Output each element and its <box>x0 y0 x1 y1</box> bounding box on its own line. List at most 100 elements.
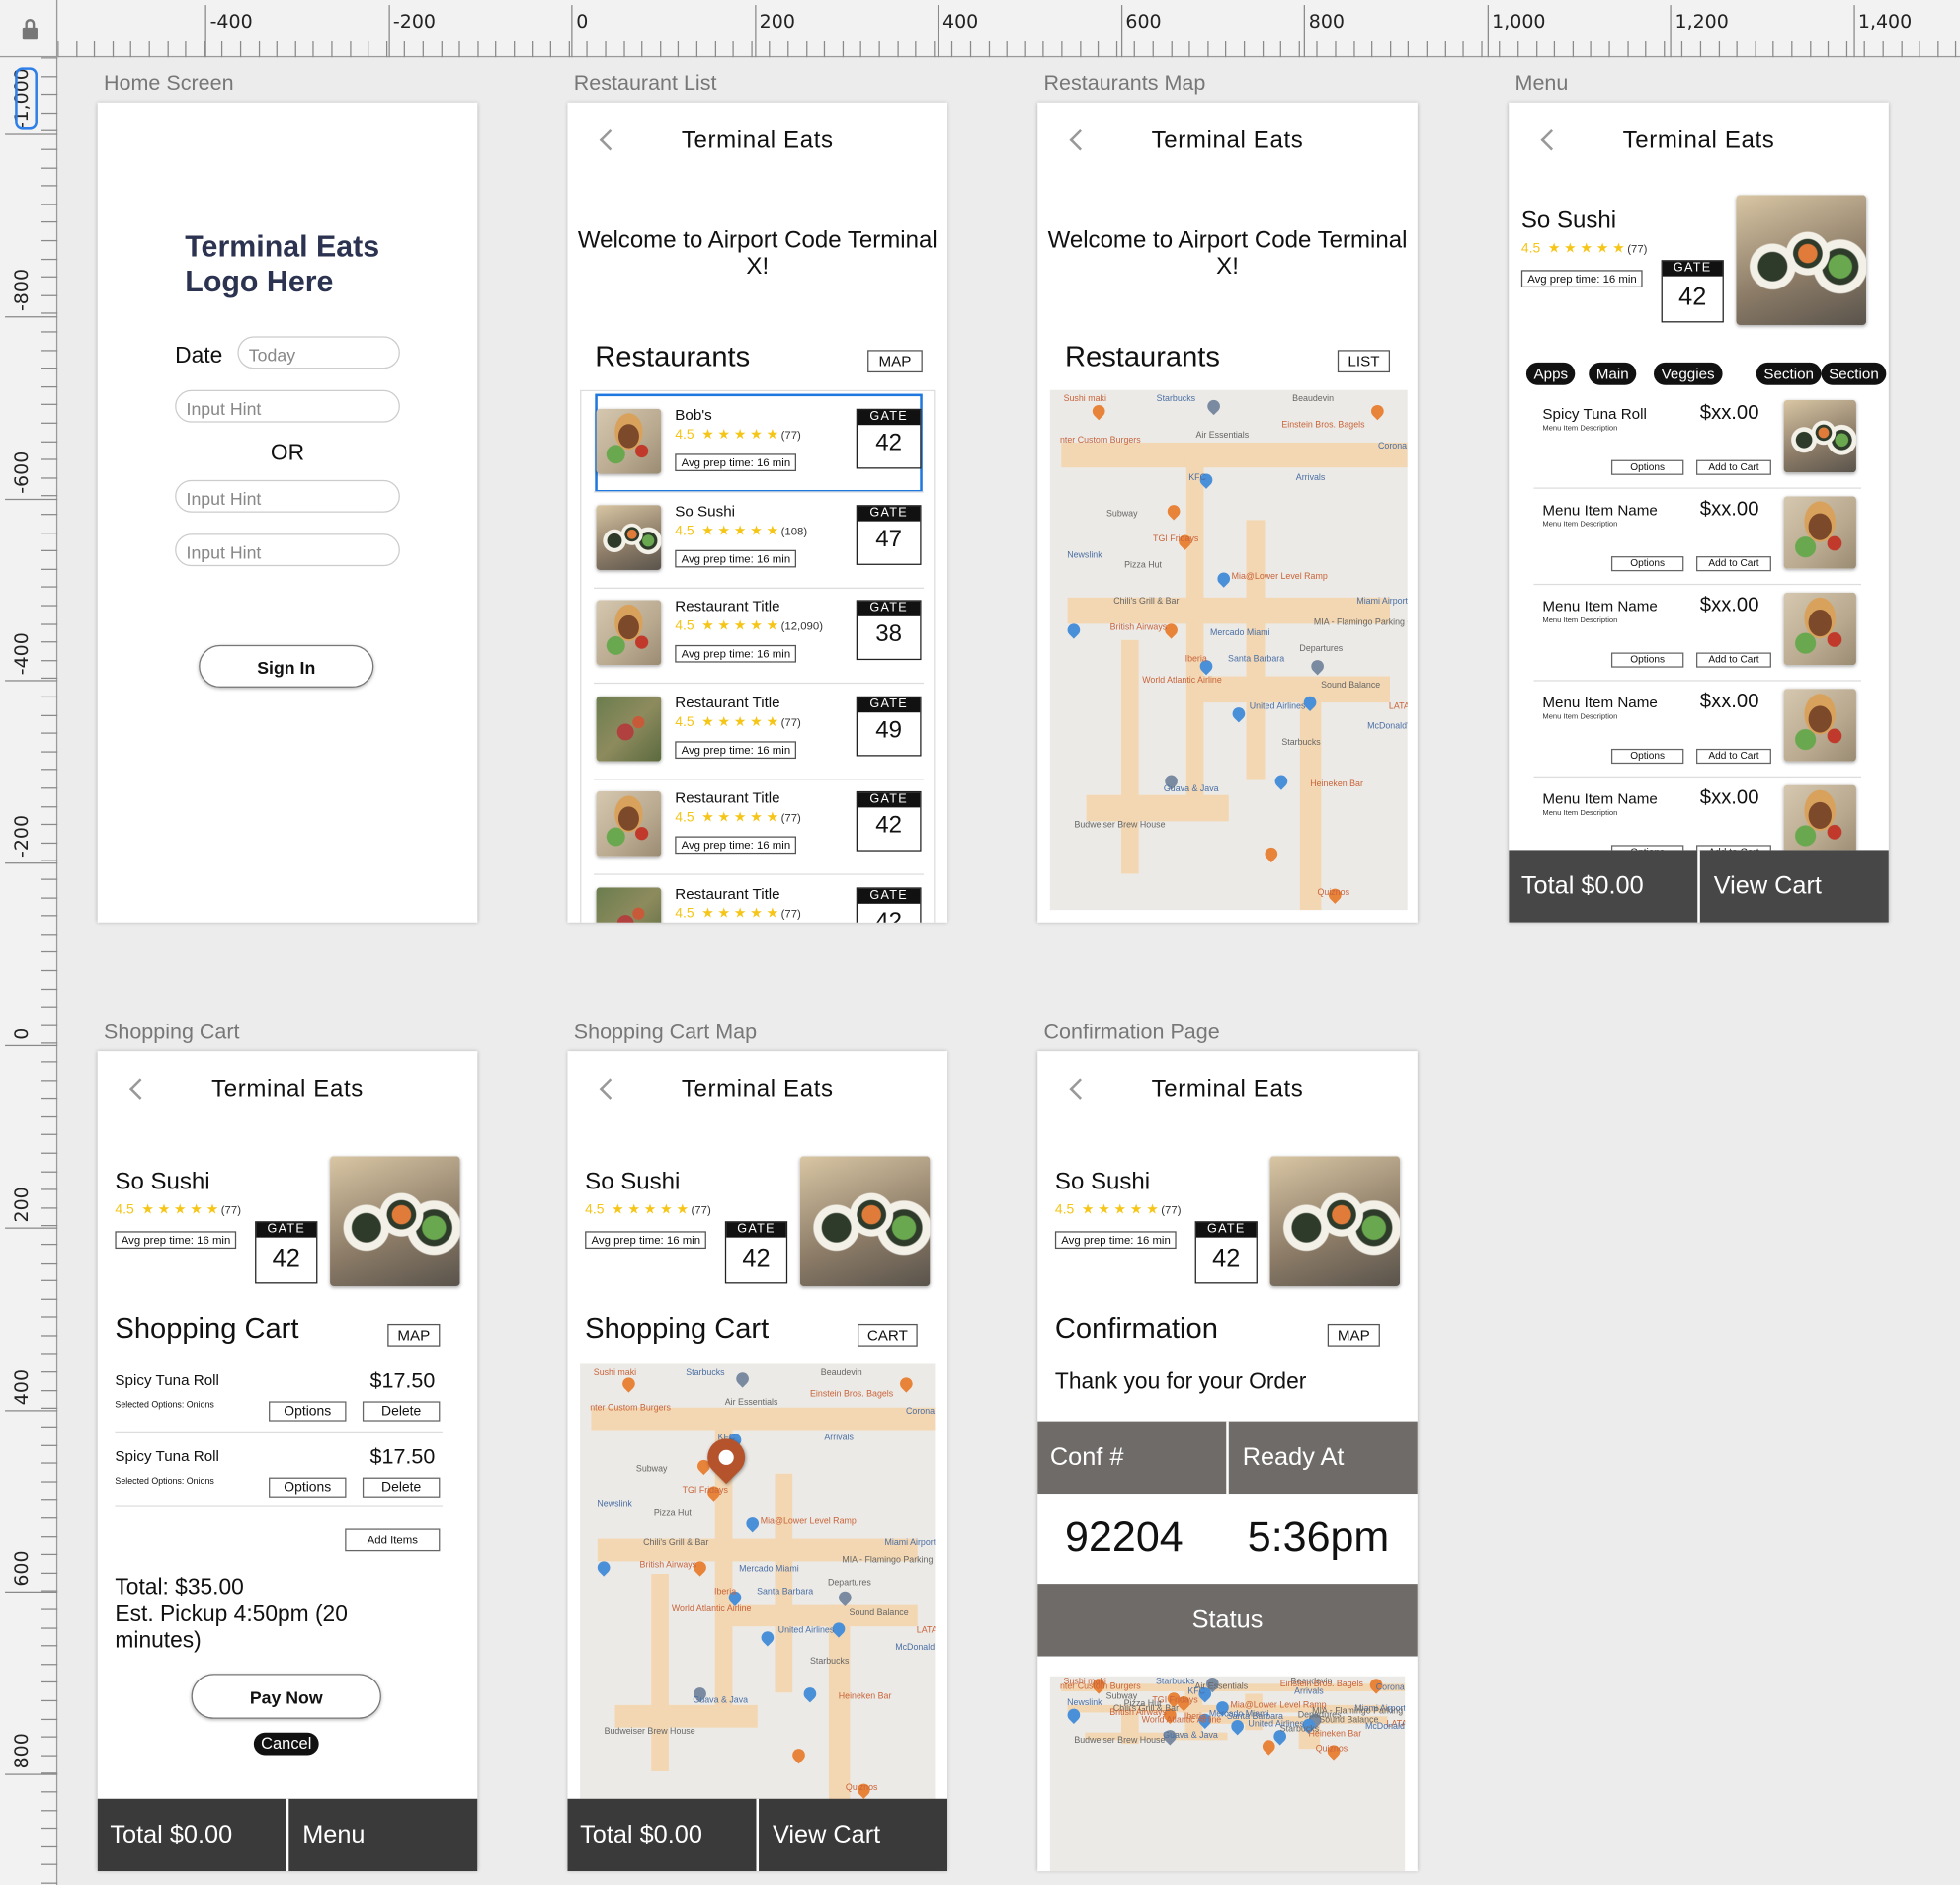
map-button[interactable]: MAP <box>867 350 923 373</box>
options-button[interactable]: Options <box>1610 459 1684 475</box>
delete-button[interactable]: Delete <box>362 1477 441 1498</box>
artboard-title-cart[interactable]: Shopping Cart <box>104 1020 240 1044</box>
map-pin-icon[interactable] <box>1204 397 1223 416</box>
map-pin-icon[interactable] <box>1308 657 1327 676</box>
options-button[interactable]: Options <box>1610 652 1684 668</box>
artboard-title-list[interactable]: Restaurant List <box>574 71 717 96</box>
cart-button[interactable]: CART <box>857 1323 918 1347</box>
cart-item-name: Spicy Tuna Roll <box>115 1371 219 1389</box>
restaurant-name: So Sushi <box>675 502 736 520</box>
map-pin-icon[interactable] <box>595 1558 613 1577</box>
divider <box>594 873 925 875</box>
restaurant-row[interactable]: Restaurant Title4.5★ ★ ★ ★ ★(77)Avg prep… <box>581 686 934 780</box>
category-tab[interactable]: Main <box>1589 362 1637 385</box>
restaurant-row[interactable]: So Sushi 4.5 ★ ★ ★ ★ ★ (108) Avg prep time: … <box>581 494 934 589</box>
date-label: Date <box>175 342 223 368</box>
map-pin-icon[interactable] <box>1165 501 1184 520</box>
delete-button[interactable]: Delete <box>362 1401 441 1422</box>
map-label: Pizza Hut <box>653 1508 692 1517</box>
map-button[interactable]: MAP <box>387 1323 441 1347</box>
restaurant-row[interactable]: Restaurant Title 4.5 ★ ★ ★ ★ ★ (12,090) Avg … <box>581 590 934 685</box>
map-pin-icon[interactable] <box>1090 402 1108 421</box>
airport-map[interactable]: Sushi maki Starbucks Beaudevin Einstein Bro… <box>580 1363 936 1802</box>
map-label: Starbucks <box>1156 395 1196 404</box>
options-button[interactable]: Options <box>269 1477 347 1498</box>
restaurant-row[interactable]: Restaurant Title4.5★ ★ ★ ★ ★(77)Avg prep… <box>581 877 934 923</box>
input-field-2[interactable]: Input Hint <box>175 479 400 513</box>
add-items-button[interactable]: Add Items <box>345 1528 441 1552</box>
category-tab[interactable]: Apps <box>1525 362 1576 385</box>
artboard-title-confirm[interactable]: Confirmation Page <box>1044 1020 1220 1044</box>
category-tab[interactable]: Section <box>1821 362 1887 385</box>
menu-item-row[interactable]: Spicy Tuna Roll Menu Item Description $xx.… <box>1521 399 1876 500</box>
airport-map[interactable]: Sushi maki Starbucks Beaudevin Einstein Bro… <box>1049 1676 1406 1872</box>
input-field-3[interactable]: Input Hint <box>175 533 400 567</box>
artboard-title-map[interactable]: Restaurants Map <box>1044 71 1206 96</box>
gate-badge: GATE 42 <box>255 1221 318 1284</box>
confirmation-header-row: Conf # Ready At <box>1037 1421 1418 1495</box>
menu-item-row[interactable]: Menu Item Name Menu Item Description $xx.0… <box>1521 496 1876 596</box>
menu-item-description: Menu Item Description <box>1542 713 1618 722</box>
divider <box>1533 680 1862 682</box>
view-cart-button[interactable]: View Cart <box>1714 850 1822 922</box>
restaurant-row[interactable]: Restaurant Title4.5★ ★ ★ ★ ★(77)Avg prep… <box>581 781 934 876</box>
cancel-button[interactable]: Cancel <box>253 1732 319 1756</box>
view-cart-button[interactable]: View Cart <box>773 1799 880 1871</box>
map-pin-icon[interactable] <box>1272 772 1291 790</box>
map-button[interactable]: MAP <box>1327 1323 1380 1347</box>
map-pin-icon[interactable] <box>758 1627 776 1646</box>
map-pin-icon[interactable] <box>896 1374 915 1393</box>
ruler-label: 0 <box>10 1027 33 1040</box>
menu-button[interactable]: Menu <box>302 1799 365 1871</box>
map-pin-icon[interactable] <box>1262 845 1280 863</box>
map-label: Guava & Java <box>1163 784 1219 794</box>
map-label: United Airlines <box>777 1626 835 1636</box>
map-pin-icon[interactable] <box>800 1684 819 1703</box>
options-button[interactable]: Options <box>269 1401 347 1422</box>
sign-in-button[interactable]: Sign In <box>199 644 374 688</box>
date-field[interactable]: Today <box>237 336 400 369</box>
add-to-cart-button[interactable]: Add to Cart <box>1696 556 1771 572</box>
map-label: Einstein Bros. Bagels <box>810 1390 894 1399</box>
pay-now-button[interactable]: Pay Now <box>191 1674 381 1719</box>
options-button[interactable]: Options <box>1610 556 1684 572</box>
divider <box>115 1505 443 1507</box>
artboard-title-cartmap[interactable]: Shopping Cart Map <box>574 1020 757 1044</box>
divider <box>1533 583 1862 586</box>
list-button[interactable]: LIST <box>1337 350 1391 373</box>
review-count: (77) <box>1161 1203 1182 1217</box>
menu-item-row[interactable]: Menu Item Name Menu Item Description $xx.0… <box>1521 592 1876 693</box>
map-pin-icon[interactable] <box>1368 402 1387 421</box>
airport-map[interactable]: Sushi maki Starbucks Beaudevin Einstein Bro… <box>1049 389 1408 911</box>
map-label: Santa Barbara <box>757 1587 814 1597</box>
restaurant-list[interactable]: Bob's 4.5 ★ ★ ★ ★ ★ (77) Avg prep time: 16 m… <box>580 389 936 923</box>
prep-time-badge: Avg prep time: 16 min <box>675 836 797 855</box>
map-pin-icon[interactable] <box>790 1746 808 1764</box>
add-to-cart-button[interactable]: Add to Cart <box>1696 459 1771 475</box>
left-ruler: -1,000 -800 -600 -400 -200 0 200 400 600 800 <box>0 0 58 1885</box>
artboard-title-menu[interactable]: Menu <box>1515 71 1569 96</box>
map-pin-icon[interactable] <box>619 1374 638 1393</box>
artboard-title-home[interactable]: Home Screen <box>104 71 234 96</box>
review-count: (12,090) <box>780 619 824 633</box>
map-pin-icon[interactable] <box>744 1514 763 1532</box>
map-pin-icon[interactable] <box>1215 569 1234 588</box>
restaurant-row[interactable]: Bob's 4.5 ★ ★ ★ ★ ★ (77) Avg prep time: 16 m… <box>581 393 934 494</box>
map-pin-icon[interactable] <box>733 1369 752 1388</box>
map-label: Subway <box>1106 509 1138 519</box>
category-tab[interactable]: Veggies <box>1653 362 1723 385</box>
category-tab[interactable]: Section <box>1756 362 1822 385</box>
map-pin-icon[interactable] <box>1065 621 1084 639</box>
map-label: Mia@Lower Level Ramp <box>760 1516 857 1526</box>
map-pin-icon[interactable] <box>1229 704 1248 723</box>
input-field-1[interactable]: Input Hint <box>175 389 400 423</box>
menu-item-row[interactable]: Menu Item Name Menu Item Description $xx.0… <box>1521 784 1876 851</box>
add-to-cart-button[interactable]: Add to Cart <box>1696 748 1771 765</box>
options-button[interactable]: Options <box>1610 748 1684 765</box>
ruler-corner[interactable] <box>0 0 58 58</box>
menu-item-row[interactable]: Menu Item Name Menu Item Description $xx.0… <box>1521 689 1876 788</box>
add-to-cart-button[interactable]: Add to Cart <box>1696 652 1771 668</box>
map-label: Guava & Java <box>1163 1731 1218 1741</box>
menu-item-list[interactable]: Spicy Tuna Roll Menu Item Description $xx.… <box>1521 390 1876 851</box>
menu-item-price: $xx.00 <box>1699 498 1759 521</box>
